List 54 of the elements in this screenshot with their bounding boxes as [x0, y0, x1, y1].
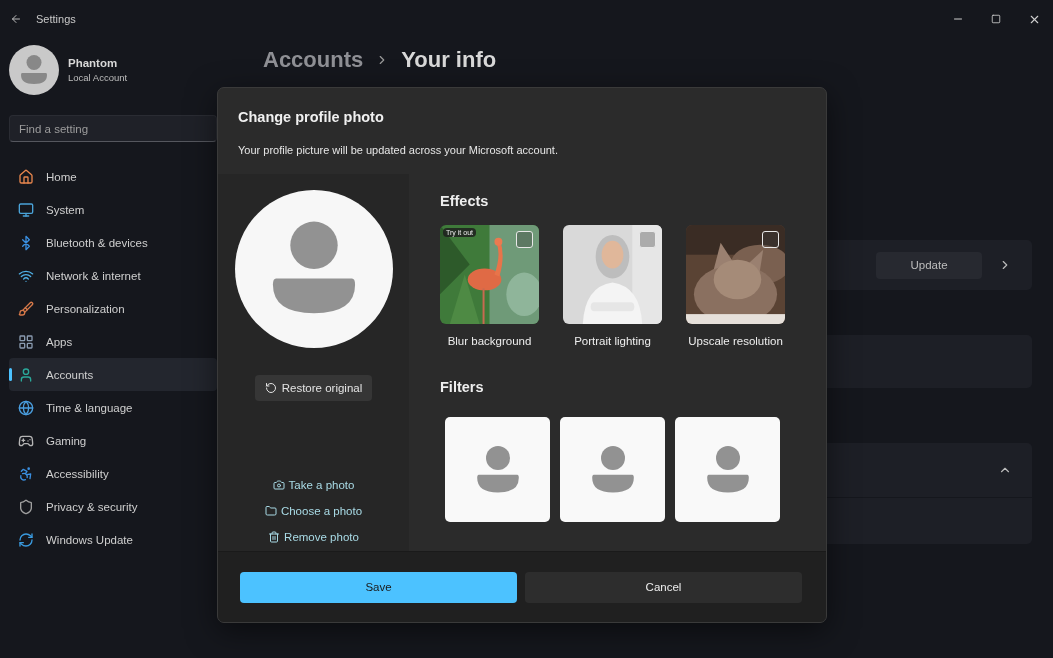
- dialog-title: Change profile photo: [238, 109, 385, 125]
- restore-icon: [264, 382, 277, 394]
- sidebar-item[interactable]: Home: [9, 160, 217, 193]
- section-heading: Effects: [440, 193, 490, 209]
- dialog-subtitle: Your profile picture will be updated across your Microsoft account.: [238, 144, 559, 156]
- effect-label: Upscale resolution: [688, 335, 783, 347]
- user-name: Phantom: [68, 57, 119, 69]
- effect-label: Blur background: [447, 335, 532, 347]
- maximize-icon[interactable]: [991, 14, 1001, 24]
- cancel-button[interactable]: Cancel: [525, 571, 802, 603]
- search-field[interactable]: Find a setting: [9, 115, 217, 142]
- restore-original-button[interactable]: Restore original: [254, 375, 373, 401]
- checkbox[interactable]: [762, 231, 779, 248]
- brush-icon: [18, 300, 34, 317]
- sidebar-item[interactable]: Accounts: [9, 358, 217, 391]
- sidebar-item[interactable]: Privacy & security: [9, 490, 217, 523]
- monitor-icon: [18, 201, 34, 218]
- person-icon: [18, 366, 34, 383]
- accessibility-icon: [18, 465, 34, 482]
- trash-icon: [268, 531, 281, 543]
- sidebar-item[interactable]: Personalization: [9, 292, 217, 325]
- sidebar-item[interactable]: Apps: [9, 325, 217, 358]
- sidebar-item[interactable]: Gaming: [9, 424, 217, 457]
- effect-label: Portrait lighting: [574, 335, 651, 347]
- sidebar-item[interactable]: Accessibility: [9, 457, 217, 490]
- sidebar-item[interactable]: System: [9, 193, 217, 226]
- sidebar-item[interactable]: Windows Update: [9, 523, 217, 556]
- refresh-icon: [18, 531, 34, 548]
- sidebar-item[interactable]: Bluetooth & devices: [9, 226, 217, 259]
- home-icon: [18, 168, 34, 185]
- apps-icon: [18, 333, 34, 350]
- checkbox[interactable]: [639, 231, 656, 248]
- photo-link[interactable]: Remove photo: [268, 529, 359, 545]
- globe-icon: [18, 399, 34, 416]
- sidebar-item[interactable]: Time & language: [9, 391, 217, 424]
- avatar: [9, 45, 59, 95]
- breadcrumb-item[interactable]: Accounts: [263, 47, 364, 73]
- account-type: Local Account: [68, 72, 128, 83]
- back-icon[interactable]: [10, 13, 22, 25]
- shield-icon: [18, 498, 34, 515]
- update-button[interactable]: Update: [876, 251, 982, 279]
- sidebar-item[interactable]: Network & internet: [9, 259, 217, 292]
- checkbox[interactable]: [516, 231, 533, 248]
- folder-icon: [264, 505, 277, 517]
- photo-link[interactable]: Take a photo: [272, 477, 355, 493]
- camera-icon: [272, 479, 285, 491]
- section-heading: Filters: [440, 379, 485, 395]
- filter-tile[interactable]: [445, 417, 550, 522]
- filter-tile[interactable]: [675, 417, 780, 522]
- photo-link[interactable]: Choose a photo: [264, 503, 363, 519]
- window-title: Settings: [36, 13, 76, 25]
- save-button[interactable]: Save: [240, 571, 517, 603]
- breadcrumb-item: Your info: [401, 47, 497, 73]
- filter-tile[interactable]: [560, 417, 665, 522]
